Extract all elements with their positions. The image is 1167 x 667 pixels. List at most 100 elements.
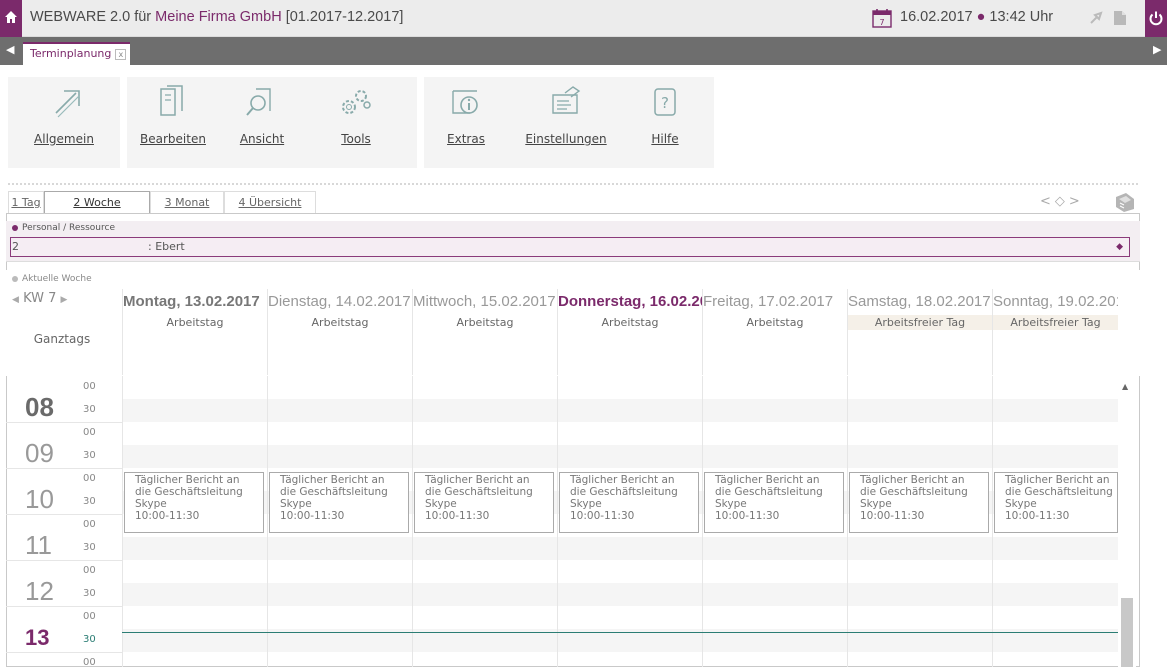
hour-label: 11: [25, 530, 52, 560]
event-title: die Geschäftsleitung: [570, 486, 678, 498]
day-name: Montag, 13.02.2017: [123, 293, 260, 310]
minute-label: 30: [83, 542, 96, 553]
separator-dot: ●: [976, 9, 986, 25]
day-name: Donnerstag, 16.02.2017: [558, 293, 702, 310]
appointment-saturday[interactable]: Täglicher Bericht an die Geschäftsleitun…: [849, 472, 989, 533]
time-slot[interactable]: [122, 537, 1118, 560]
next-week-icon[interactable]: ▶: [61, 295, 68, 305]
day-column-tuesday[interactable]: Dienstag, 14.02.2017 Arbeitstag: [267, 289, 412, 375]
tab-close-icon[interactable]: x: [115, 48, 127, 60]
hour-separator: [6, 468, 122, 469]
hour-label: 08: [25, 392, 54, 422]
einstellungen-button[interactable]: Einstellungen: [516, 77, 616, 155]
hour-label: 10: [25, 484, 54, 514]
minute-label: 30: [83, 450, 96, 461]
print-icon[interactable]: [1114, 191, 1136, 213]
event-time: 10:00-11:30: [570, 510, 635, 522]
tab-overview[interactable]: 4 Übersicht: [224, 191, 316, 214]
time-slot[interactable]: [122, 583, 1118, 606]
tab-scroll-left-icon[interactable]: ◀: [6, 43, 14, 56]
appointment-thursday[interactable]: Täglicher Bericht an die Geschäftsleitun…: [559, 472, 699, 533]
refresh-icon[interactable]: [1088, 10, 1104, 26]
day-column-wednesday[interactable]: Mittwoch, 15.02.2017 Arbeitstag: [412, 289, 557, 375]
day-column-friday[interactable]: Freitag, 17.02.2017 Arbeitstag: [702, 289, 847, 375]
day-column-monday[interactable]: Montag, 13.02.2017 Arbeitstag: [122, 289, 267, 375]
tab-week[interactable]: 2 Woche: [44, 191, 150, 215]
hour-separator: [6, 606, 122, 607]
event-location: Skype: [1005, 498, 1037, 510]
pages-icon: [160, 85, 183, 116]
event-time: 10:00-11:30: [135, 510, 200, 522]
appointment-wednesday[interactable]: Täglicher Bericht an die Geschäftsleitun…: [414, 472, 554, 533]
time-slot[interactable]: [122, 445, 1118, 468]
appointment-monday[interactable]: Täglicher Bericht an die Geschäftsleitun…: [124, 472, 264, 533]
app-window: WEBWARE 2.0 für Meine Firma GmbH [01.201…: [0, 0, 1167, 667]
all-day-label: Ganztags: [33, 332, 91, 346]
allgemein-button[interactable]: Allgemein: [8, 77, 120, 155]
app-title: WEBWARE 2.0 für Meine Firma GmbH [01.201…: [30, 9, 403, 25]
ansicht-button[interactable]: Ansicht: [227, 77, 297, 155]
select-arrows-icon: ◆: [1116, 242, 1123, 252]
tab-scroll-right-icon[interactable]: ▶: [1153, 43, 1161, 56]
day-type: Arbeitstag: [456, 316, 514, 329]
document-icon[interactable]: [1113, 10, 1127, 26]
current-date: 16.02.2017: [900, 9, 973, 25]
tab-terminplanung[interactable]: Terminplanung x: [23, 42, 131, 65]
appointment-sunday[interactable]: Täglicher Bericht an die Geschäftsleitun…: [994, 472, 1118, 533]
grid-scrollbar[interactable]: ▲: [1118, 376, 1136, 667]
appointment-tuesday[interactable]: Täglicher Bericht an die Geschäftsleitun…: [269, 472, 409, 533]
day-column-saturday[interactable]: Samstag, 18.02.2017 Arbeitsfreier Tag: [847, 289, 992, 375]
event-title: die Geschäftsleitung: [715, 486, 823, 498]
time-slot[interactable]: [122, 606, 1118, 629]
resource-header: Personal / Ressource: [12, 223, 115, 233]
day-type: Arbeitsfreier Tag: [993, 315, 1118, 330]
event-title: die Geschäftsleitung: [280, 486, 388, 498]
extras-button[interactable]: Extras: [436, 77, 496, 155]
day-column-thursday[interactable]: Donnerstag, 16.02.2017 Arbeitstag: [557, 289, 702, 375]
day-column-sunday[interactable]: Sonntag, 19.02.2017 Arbeitsfreier Tag: [992, 289, 1118, 375]
column-separator: [702, 376, 703, 667]
today-icon[interactable]: ◇: [1055, 194, 1069, 209]
week-section-header: Aktuelle Woche: [12, 274, 92, 284]
hour-label: 09: [25, 438, 54, 468]
time-slot[interactable]: [122, 560, 1118, 583]
time-slot[interactable]: [122, 422, 1118, 445]
help-icon: ?: [654, 88, 676, 116]
event-time: 10:00-11:30: [715, 510, 780, 522]
tab-day[interactable]: 1 Tag: [8, 191, 44, 214]
minute-label: 00: [83, 657, 96, 667]
calendar-icon[interactable]: 7: [872, 8, 892, 28]
event-time: 10:00-11:30: [860, 510, 925, 522]
tools-label: Tools: [341, 132, 371, 146]
day-name: Mittwoch, 15.02.2017: [413, 293, 556, 310]
bearbeiten-button[interactable]: Bearbeiten: [133, 77, 213, 155]
scrollbar-thumb[interactable]: [1121, 598, 1133, 667]
next-period-icon[interactable]: >: [1069, 194, 1084, 209]
minute-label: 00: [83, 611, 96, 622]
scroll-up-icon[interactable]: ▲: [1122, 382, 1128, 391]
day-type: Arbeitstag: [166, 316, 224, 329]
event-title: die Geschäftsleitung: [860, 486, 968, 498]
current-datetime: 16.02.2017 ● 13:42 Uhr: [900, 9, 1053, 25]
hour-label-current: 13: [25, 625, 50, 650]
ribbon-group-extras: Extras Einstellungen ? Hilfe: [424, 77, 714, 168]
minute-label-current: 30: [83, 634, 96, 645]
minute-label: 30: [83, 404, 96, 415]
logout-button[interactable]: [1145, 0, 1167, 37]
bearbeiten-label: Bearbeiten: [140, 132, 206, 146]
prev-period-icon[interactable]: <: [1040, 194, 1055, 209]
time-slot[interactable]: [122, 399, 1118, 422]
tab-month[interactable]: 3 Monat: [150, 191, 224, 214]
appointment-friday[interactable]: Täglicher Bericht an die Geschäftsleitun…: [704, 472, 844, 533]
tools-button[interactable]: Tools: [323, 77, 389, 155]
prev-week-icon[interactable]: ◀: [12, 295, 19, 305]
app-name: WEBWARE 2.0 für: [30, 9, 152, 25]
einstellungen-label: Einstellungen: [525, 132, 607, 146]
home-button[interactable]: [0, 0, 22, 37]
resource-select[interactable]: 2 : Ebert ◆: [10, 237, 1130, 257]
week-number-nav: ◀ KW 7 ▶: [12, 291, 67, 306]
time-slot[interactable]: [122, 376, 1118, 399]
time-slot[interactable]: [122, 652, 1118, 667]
hilfe-button[interactable]: ? Hilfe: [640, 77, 690, 155]
svg-text:?: ?: [661, 94, 669, 112]
